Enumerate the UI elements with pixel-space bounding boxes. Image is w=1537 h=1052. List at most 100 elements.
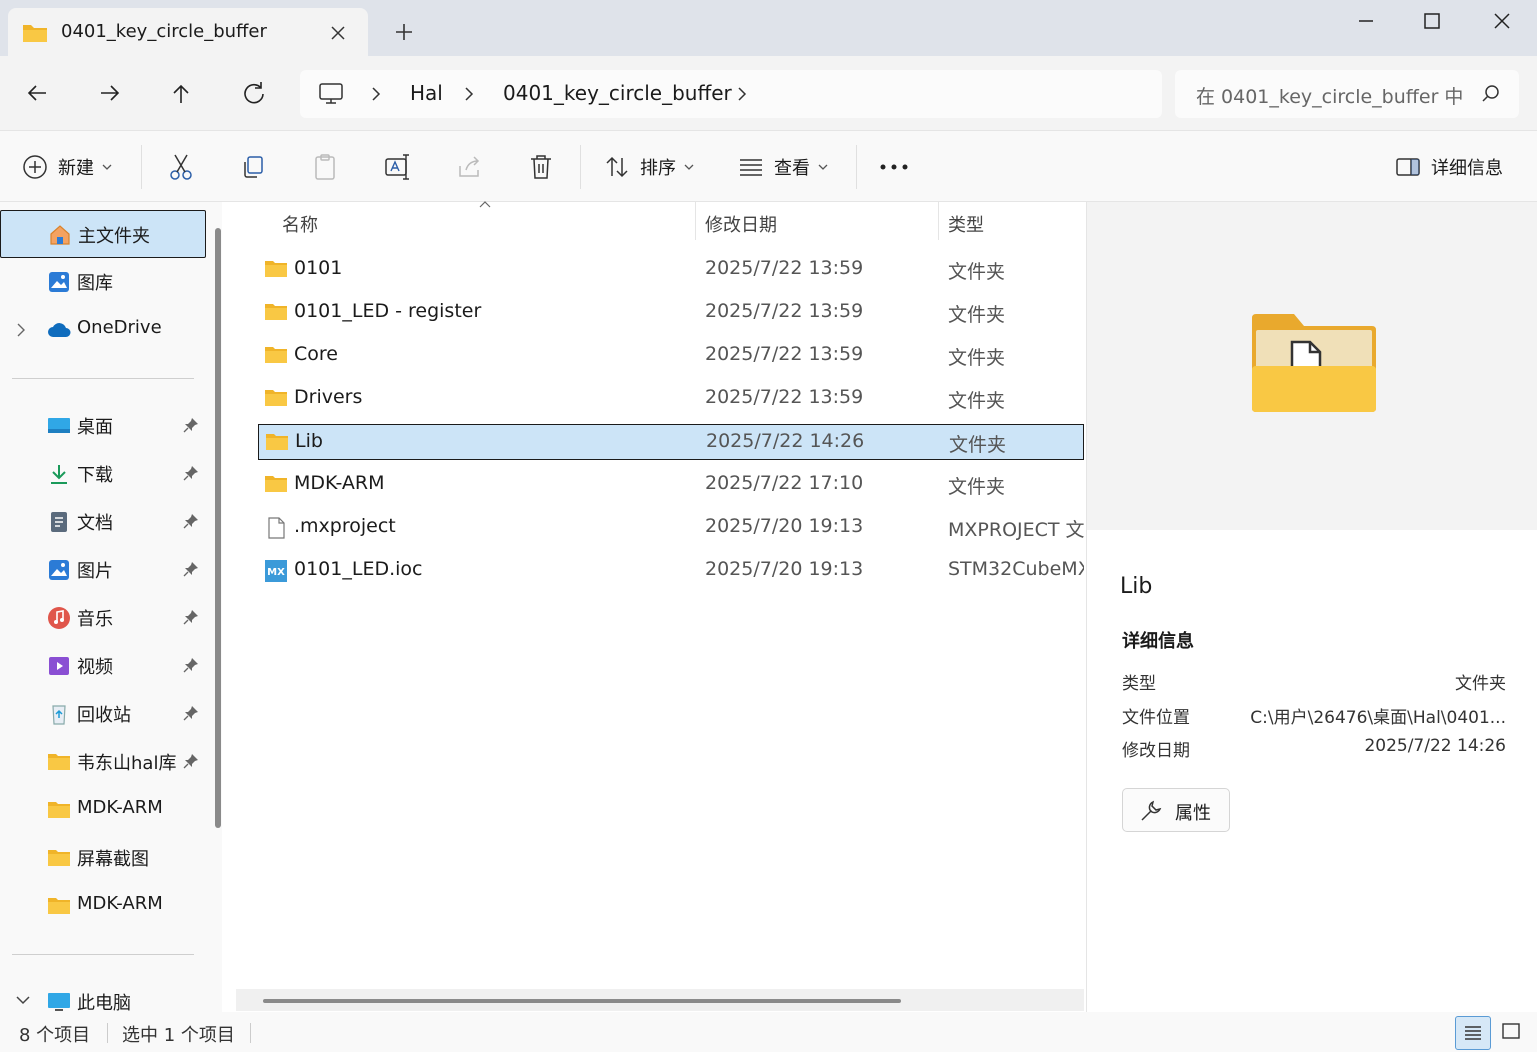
nav-item-recycle-bin[interactable]: 回收站: [0, 690, 206, 738]
details-view-button[interactable]: [1455, 1016, 1491, 1050]
file-name[interactable]: Lib: [295, 430, 323, 452]
nav-item-gallery[interactable]: 图库: [0, 258, 206, 306]
file-name[interactable]: .mxproject: [294, 515, 396, 537]
close-window-icon[interactable]: [1489, 8, 1515, 34]
file-row[interactable]: .mxproject 2025/7/20 19:13 MXPROJECT 文件: [258, 510, 1084, 546]
refresh-icon[interactable]: [239, 78, 269, 108]
nav-label: 主文件夹: [78, 226, 150, 247]
nav-item-home[interactable]: 主文件夹: [0, 210, 206, 258]
column-header-type[interactable]: 类型: [948, 211, 984, 237]
forward-icon[interactable]: [95, 78, 125, 108]
file-name[interactable]: MDK-ARM: [294, 472, 385, 494]
file-name[interactable]: Core: [294, 343, 338, 365]
search-icon[interactable]: [1481, 84, 1501, 104]
pin-icon[interactable]: [183, 561, 199, 577]
chevron-down-icon[interactable]: [16, 995, 30, 1005]
horizontal-scrollbar[interactable]: [236, 989, 1084, 1011]
scrollbar-thumb[interactable]: [263, 999, 901, 1003]
column-divider[interactable]: [938, 202, 939, 240]
nav-item-documents[interactable]: 文档: [0, 498, 206, 546]
nav-label: 视频: [77, 657, 113, 678]
column-header-date[interactable]: 修改日期: [705, 211, 777, 237]
rename-button[interactable]: [384, 131, 412, 203]
nav-item-downloads[interactable]: 下载: [0, 450, 206, 498]
nav-label: MDK-ARM: [77, 893, 163, 914]
file-icon: [264, 516, 288, 545]
new-tab-icon[interactable]: [392, 20, 416, 44]
copy-icon: [244, 156, 263, 178]
copy-button[interactable]: [240, 131, 266, 203]
search-placeholder[interactable]: 在 0401_key_circle_buffer 中: [1196, 82, 1462, 109]
pin-icon[interactable]: [183, 465, 199, 481]
file-row[interactable]: 0101_LED - register 2025/7/22 13:59 文件夹: [258, 295, 1084, 331]
paste-button[interactable]: [312, 131, 338, 203]
file-row[interactable]: Drivers 2025/7/22 13:59 文件夹: [258, 381, 1084, 417]
chevron-right-icon[interactable]: [734, 86, 750, 102]
pin-icon[interactable]: [183, 513, 199, 529]
view-button[interactable]: 查看: [738, 131, 828, 203]
pin-icon[interactable]: [183, 753, 199, 769]
details-pane-button[interactable]: 详细信息: [1395, 131, 1503, 203]
share-button[interactable]: [456, 131, 484, 203]
file-date: 2025/7/22 14:26: [706, 430, 865, 452]
pin-icon[interactable]: [183, 417, 199, 433]
nav-item-music[interactable]: 音乐: [0, 594, 206, 642]
maximize-icon[interactable]: [1419, 8, 1445, 34]
new-button[interactable]: 新建: [22, 131, 112, 203]
folder-icon: [265, 431, 289, 458]
add-circle-icon: [23, 155, 47, 179]
file-name[interactable]: 0101_LED - register: [294, 300, 481, 322]
details-value-location[interactable]: C:\用户\26476\桌面\Hal\0401...: [1250, 703, 1506, 728]
pin-icon[interactable]: [183, 657, 199, 673]
close-tab-icon[interactable]: [326, 21, 350, 45]
tiles-view-icon: [1502, 1023, 1520, 1039]
file-type: STM32CubeMX: [948, 558, 1084, 580]
toolbar-divider: [141, 145, 142, 189]
cut-button[interactable]: [168, 131, 194, 203]
file-row[interactable]: MX 0101_LED.ioc 2025/7/20 19:13 STM32CubeMX: [258, 553, 1084, 589]
back-icon[interactable]: [22, 78, 52, 108]
nav-item-videos[interactable]: 视频: [0, 642, 206, 690]
item-count: 8 个项目: [19, 1025, 91, 1046]
nav-item-mdk-arm[interactable]: MDK-ARM: [0, 786, 206, 834]
details-value-modified: 2025/7/22 14:26: [1364, 736, 1506, 756]
nav-item-screenshots[interactable]: 屏幕截图: [0, 834, 206, 882]
chevron-right-icon[interactable]: [16, 323, 26, 337]
chevron-right-icon[interactable]: [461, 86, 477, 102]
nav-scrollbar[interactable]: [215, 228, 221, 828]
breadcrumb-hal[interactable]: Hal: [410, 81, 443, 105]
address-bar[interactable]: Hal 0401_key_circle_buffer: [300, 70, 1162, 118]
file-name[interactable]: 0101_LED.ioc: [294, 558, 422, 580]
up-icon[interactable]: [166, 78, 196, 108]
file-row[interactable]: Lib 2025/7/22 14:26 文件夹: [258, 424, 1084, 460]
nav-item-onedrive[interactable]: OneDrive: [0, 306, 206, 354]
file-name[interactable]: 0101: [294, 257, 342, 279]
file-row[interactable]: MDK-ARM 2025/7/22 17:10 文件夹: [258, 467, 1084, 503]
column-header-name[interactable]: 名称: [282, 211, 318, 237]
nav-item-weidongshan-hal[interactable]: 韦东山hal库: [0, 738, 206, 786]
computer-icon[interactable]: [318, 82, 344, 106]
tab-active[interactable]: 0401_key_circle_buffer: [8, 8, 368, 56]
nav-item-pictures[interactable]: 图片: [0, 546, 206, 594]
minimize-icon[interactable]: [1353, 8, 1379, 34]
sort-button[interactable]: 排序: [604, 131, 694, 203]
file-row[interactable]: Core 2025/7/22 13:59 文件夹: [258, 338, 1084, 374]
delete-button[interactable]: [528, 131, 554, 203]
nav-item-mdk-arm-2[interactable]: MDK-ARM: [0, 882, 206, 930]
tiles-view-button[interactable]: [1494, 1016, 1530, 1050]
more-options-button[interactable]: [879, 131, 909, 203]
pin-icon[interactable]: [183, 609, 199, 625]
nav-label: 回收站: [77, 705, 131, 726]
column-divider[interactable]: [695, 202, 696, 240]
file-name[interactable]: Drivers: [294, 386, 362, 408]
file-row[interactable]: 0101 2025/7/22 13:59 文件夹: [258, 252, 1084, 288]
nav-item-desktop[interactable]: 桌面: [0, 402, 206, 450]
chevron-down-icon: [818, 164, 828, 170]
file-type: 文件夹: [948, 390, 1006, 412]
pictures-icon: [49, 560, 69, 580]
breadcrumb-current[interactable]: 0401_key_circle_buffer: [503, 81, 732, 105]
properties-button[interactable]: 属性: [1122, 788, 1230, 832]
search-box[interactable]: 在 0401_key_circle_buffer 中: [1175, 70, 1519, 118]
pin-icon[interactable]: [183, 705, 199, 721]
chevron-right-icon[interactable]: [368, 86, 384, 102]
